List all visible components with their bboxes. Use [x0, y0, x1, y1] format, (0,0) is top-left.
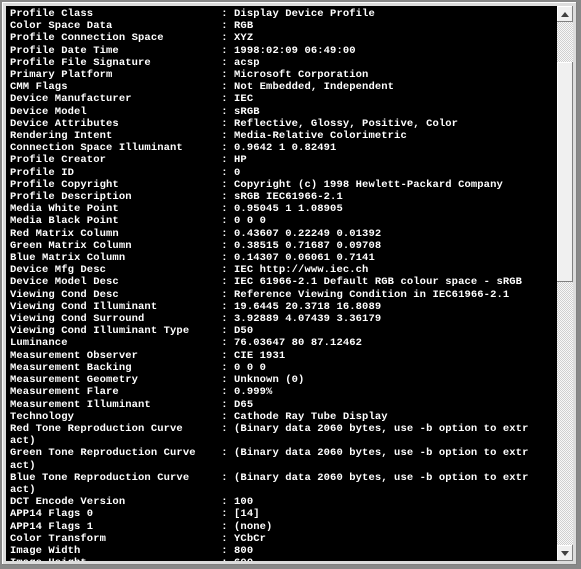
chevron-up-icon — [561, 12, 569, 17]
vertical-scrollbar[interactable] — [557, 6, 573, 561]
terminal-client: Profile Class : Display Device Profile C… — [6, 6, 557, 561]
scrollbar-track[interactable] — [557, 22, 573, 545]
window-frame: Profile Class : Display Device Profile C… — [2, 2, 577, 565]
chevron-down-icon — [561, 551, 569, 556]
scrollbar-down-button[interactable] — [557, 545, 573, 561]
scrollbar-up-button[interactable] — [557, 6, 573, 22]
terminal-output: Profile Class : Display Device Profile C… — [6, 6, 557, 561]
scrollbar-thumb[interactable] — [557, 62, 573, 282]
